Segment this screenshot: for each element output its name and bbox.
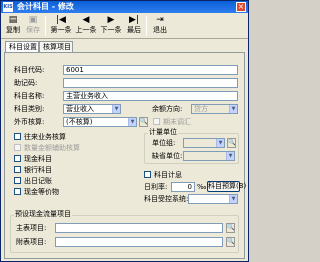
account-code-input[interactable]: 6001 — [63, 65, 238, 75]
save-button[interactable]: ▣ 保存 — [24, 15, 42, 37]
sub-item-label: 附表项目: — [16, 238, 47, 246]
next-icon: ▶ — [107, 15, 115, 25]
last-icon: ▶| — [129, 15, 139, 25]
mnemonic-input[interactable] — [63, 78, 238, 88]
main-item-label: 主表项目: — [16, 224, 47, 232]
fx-label: 外币核算: — [14, 118, 45, 126]
chevron-down-icon[interactable]: ▼ — [112, 105, 120, 113]
fx-select[interactable]: (不核算) ▼ — [63, 117, 137, 127]
unit-group-label: 单位组: — [152, 139, 176, 147]
account-name-input[interactable]: 主营业务收入 — [63, 91, 238, 101]
toolbar-separator — [45, 16, 46, 36]
chevron-down-icon[interactable]: ▼ — [216, 139, 224, 147]
checkbox-quantity-amount[interactable] — [14, 144, 21, 151]
cashflow-group-title: 预设现金流量项目 — [14, 210, 72, 219]
close-icon[interactable]: × — [236, 2, 246, 12]
default-unit-select[interactable]: ▼ — [183, 151, 235, 161]
control-system-select[interactable]: ▼ — [188, 194, 238, 204]
mnemonic-label: 助记码: — [14, 79, 38, 87]
next-record-button[interactable]: ▶ 下一条 — [100, 15, 122, 37]
checkbox-bank-account[interactable] — [14, 166, 21, 173]
last-record-button[interactable]: ▶| 最后 — [125, 15, 143, 37]
checkbox-cash-equivalent[interactable] — [14, 188, 21, 195]
unit-group-title: 计量单位 — [148, 128, 178, 137]
tab-accounting-items[interactable]: 核算项目 — [39, 41, 73, 52]
unit-group-select[interactable]: ▼ — [183, 138, 225, 148]
fx-adjust-checkbox[interactable] — [153, 118, 160, 125]
first-record-button[interactable]: |◀ 第一条 — [50, 15, 72, 37]
chevron-down-icon[interactable]: ▼ — [229, 195, 237, 203]
daily-rate-input[interactable]: 0 — [171, 182, 195, 192]
checkbox-cash-account[interactable] — [14, 155, 21, 162]
cash-equivalent-label: 现金等价物 — [24, 188, 59, 196]
bank-account-label: 银行科目 — [24, 166, 52, 174]
cashflow-group-box — [10, 215, 239, 253]
balance-direction-select[interactable]: 贷方 ▼ — [191, 104, 238, 114]
account-budget-button[interactable]: 科目预算(B) — [207, 181, 246, 192]
permille-sign: ‰ — [197, 183, 207, 191]
checkbox-interest[interactable] — [144, 171, 151, 178]
main-item-input[interactable] — [55, 223, 223, 233]
checkbox-contact-accounting[interactable] — [14, 133, 21, 140]
copy-icon: ▤ — [8, 15, 18, 25]
toolbar-separator — [146, 16, 147, 36]
account-edit-window: KIS 会计科目 - 修改 × ▤ 复制 ▣ 保存 |◀ 第一条 ◀ 上一条 ▶… — [0, 0, 249, 262]
category-label: 科目类别: — [14, 105, 45, 113]
default-unit-label: 缺省单位: — [152, 152, 183, 160]
toolbar: ▤ 复制 ▣ 保存 |◀ 第一条 ◀ 上一条 ▶ 下一条 ▶| 最后 ⇥ 退出 — [1, 13, 248, 39]
window-title: 会计科目 - 修改 — [17, 2, 74, 11]
name-label: 科目名称: — [14, 92, 45, 100]
fx-value: (不核算) — [66, 118, 93, 126]
interest-label: 科目计息 — [154, 171, 182, 179]
unit-group-lookup-button[interactable]: 🔍 — [227, 138, 236, 148]
category-select[interactable]: 营业收入 ▼ — [63, 104, 121, 114]
checkbox-daily-journal[interactable] — [14, 177, 21, 184]
quantity-amount-label: 数量金额辅助核算 — [24, 144, 80, 152]
daily-journal-label: 出日记账 — [24, 177, 52, 185]
cash-account-label: 现金科目 — [24, 155, 52, 163]
fx-adjust-label: 期末调汇 — [163, 118, 191, 126]
main-item-lookup-button[interactable]: 🔍 — [226, 223, 235, 233]
exit-icon: ⇥ — [156, 15, 164, 25]
balance-direction-label: 余额方向: — [152, 105, 183, 113]
control-system-label: 科目受控系统: — [144, 195, 189, 203]
chevron-down-icon[interactable]: ▼ — [226, 152, 234, 160]
first-icon: |◀ — [56, 15, 66, 25]
prev-record-button[interactable]: ◀ 上一条 — [75, 15, 97, 37]
prev-icon: ◀ — [82, 15, 90, 25]
balance-direction-value: 贷方 — [194, 105, 208, 113]
contact-accounting-label: 往来业务核算 — [24, 133, 66, 141]
fx-lookup-button[interactable]: 🔍 — [139, 117, 148, 127]
chevron-down-icon[interactable]: ▼ — [128, 118, 136, 126]
copy-button[interactable]: ▤ 复制 — [4, 15, 22, 37]
daily-rate-label: 日利率: — [144, 183, 168, 191]
app-icon: KIS — [3, 2, 13, 12]
code-label: 科目代码: — [14, 66, 45, 74]
title-bar[interactable]: KIS 会计科目 - 修改 × — [1, 1, 248, 13]
sub-item-input[interactable] — [55, 237, 223, 247]
sub-item-lookup-button[interactable]: 🔍 — [226, 237, 235, 247]
exit-button[interactable]: ⇥ 退出 — [151, 15, 169, 37]
settings-panel: 科目代码: 6001 助记码: 科目名称: 主营业务收入 科目类别: 营业收入 … — [4, 52, 246, 259]
chevron-down-icon[interactable]: ▼ — [229, 105, 237, 113]
save-icon: ▣ — [28, 15, 38, 25]
category-value: 营业收入 — [66, 105, 94, 113]
